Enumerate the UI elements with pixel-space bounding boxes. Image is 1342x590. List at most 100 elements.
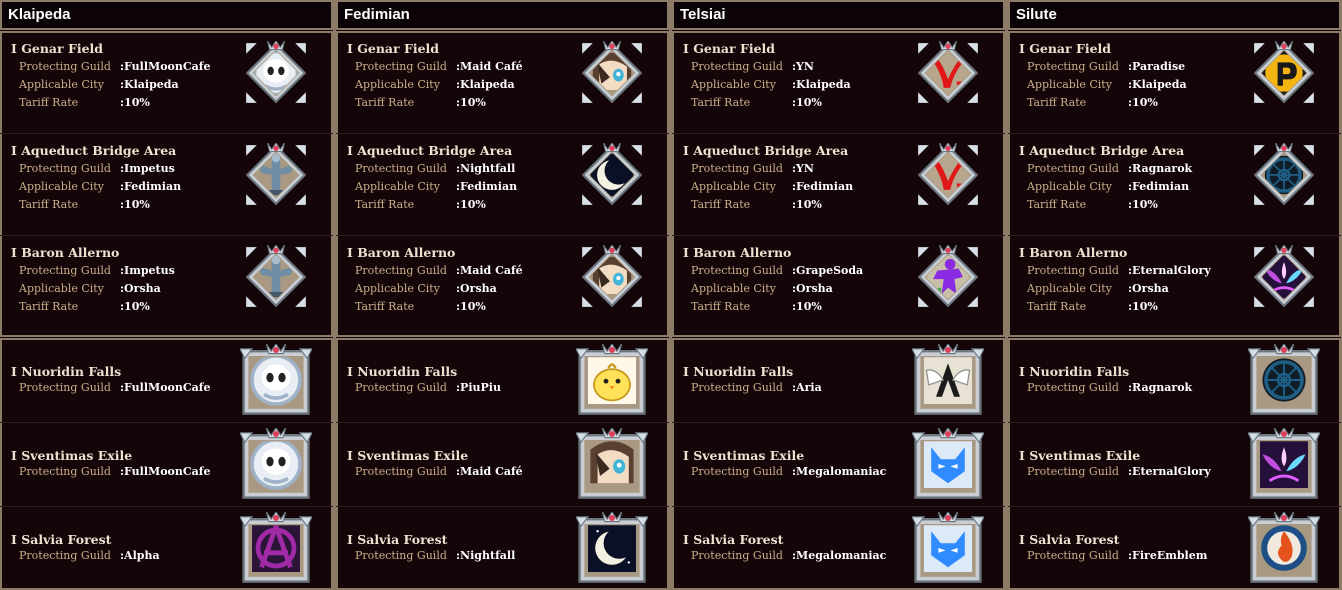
field-label: Protecting Guild — [19, 381, 111, 394]
protecting-guild-line: Protecting Guild:YN — [691, 162, 901, 178]
protecting-guild-line: Protecting Guild:Megalomaniac — [691, 465, 901, 481]
territory-section: I Genar Field Protecting Guild :Paradise Ap… — [1008, 31, 1341, 337]
zone-row[interactable]: I Sventimas Exile Protecting Guild:Megalo… — [672, 422, 1005, 507]
tariff-rate-line: Tariff Rate:10% — [691, 96, 901, 112]
zone-row[interactable]: I Salvia Forest Protecting Guild:FireEmbl… — [1008, 506, 1341, 590]
field-value: :10% — [456, 300, 486, 313]
field-value: :10% — [120, 300, 150, 313]
field-label: Applicable City — [691, 78, 776, 91]
zone-row[interactable]: I Sventimas Exile Protecting Guild:Eterna… — [1008, 422, 1341, 507]
field-value: :PiuPiu — [456, 381, 501, 394]
field-label: Tariff Rate — [1027, 96, 1087, 109]
city-title: Fedimian — [344, 6, 410, 23]
zone-row[interactable]: I Sventimas Exile Protecting Guild:FullMo… — [0, 422, 333, 507]
zone-name: I Nuoridin Falls — [1019, 364, 1130, 379]
rune-wheel-emblem — [1252, 143, 1316, 207]
field-label: Tariff Rate — [19, 198, 79, 211]
ghost-emblem — [244, 41, 308, 105]
field-value: :Orsha — [1128, 282, 1169, 295]
field-value: :Maid Café — [456, 264, 523, 277]
field-label: Applicable City — [19, 180, 104, 193]
field-value: :Impetus — [120, 162, 175, 175]
zone-row[interactable]: I Nuoridin Falls Protecting Guild:Aria — [672, 338, 1005, 423]
tariff-rate-line: Tariff Rate:10% — [1027, 96, 1237, 112]
zone-row[interactable]: I Nuoridin Falls Protecting Guild:FullMoo… — [0, 338, 333, 423]
field-label: Applicable City — [691, 180, 776, 193]
field-label: Protecting Guild — [19, 264, 111, 277]
zone-name: I Salvia Forest — [347, 532, 448, 547]
field-value: :GrapeSoda — [792, 264, 864, 277]
field-label: Protecting Guild — [19, 162, 111, 175]
field-value: :Maid Café — [456, 465, 523, 478]
field-label: Tariff Rate — [691, 198, 751, 211]
field-label: Protecting Guild — [355, 465, 447, 478]
zone-row[interactable]: I Nuoridin Falls Protecting Guild:Ragnaro… — [1008, 338, 1341, 423]
field-value: :Klaipeda — [792, 78, 851, 91]
tariff-rate-line: Tariff Rate:10% — [355, 96, 565, 112]
field-label: Applicable City — [355, 78, 440, 91]
protecting-guild-line: Protecting Guild:FullMoonCafe — [19, 465, 229, 481]
field-value: :YN — [792, 60, 814, 73]
field-value: :Orsha — [456, 282, 497, 295]
territory-row[interactable]: I Aqueduct Bridge Area Protecting Guild:Y… — [672, 133, 1005, 236]
city-column: Fedimian I Genar Field Protecting Guild:Ma… — [336, 0, 669, 590]
territory-row[interactable]: I Genar Field Protecting Guild:Paradise Ap… — [1008, 31, 1341, 134]
field-value: :Ragnarok — [1128, 381, 1193, 394]
tariff-rate-line: Tariff Rate:10% — [691, 198, 901, 214]
field-label: Protecting Guild — [355, 381, 447, 394]
anime-girl-emblem — [580, 245, 644, 309]
territory-row[interactable]: I Genar Field Protecting Guild:FullMoonCa… — [0, 31, 333, 134]
territory-name: I Genar Field — [1019, 41, 1112, 56]
zone-row[interactable]: I Sventimas Exile Protecting Guild :Maid C… — [336, 422, 669, 507]
field-value: :Klaipeda — [1128, 78, 1187, 91]
territory-row[interactable]: I Genar Field Protecting Guild:YN Applicab… — [672, 31, 1005, 134]
zone-row[interactable]: I Salvia Forest Protecting Guild:Megaloma… — [672, 506, 1005, 590]
protecting-guild-line: Protecting Guild:Impetus — [19, 264, 229, 280]
field-value: :EternalGlory — [1128, 264, 1211, 277]
territory-name: I Baron Allerno — [11, 245, 120, 260]
zone-section: I Nuoridin Falls Protecting Guild :Ragnaro… — [1008, 338, 1341, 590]
territory-row[interactable]: I Aqueduct Bridge Area Protecting Guild:I… — [0, 133, 333, 236]
field-label: Protecting Guild — [355, 264, 447, 277]
field-value: :Megalomaniac — [792, 465, 887, 478]
field-label: Applicable City — [691, 282, 776, 295]
purple-figure-emblem — [916, 245, 980, 309]
field-value: :Orsha — [792, 282, 833, 295]
field-value: :Alpha — [120, 549, 160, 562]
applicable-city-line: Applicable City:Orsha — [19, 282, 229, 298]
territory-name: I Genar Field — [683, 41, 776, 56]
field-label: Protecting Guild — [1027, 60, 1119, 73]
applicable-city-line: Applicable City:Fedimian — [19, 180, 229, 196]
territory-row[interactable]: I Baron Allerno Protecting Guild:Maid Caf… — [336, 235, 669, 337]
protecting-guild-line: Protecting Guild:FullMoonCafe — [19, 60, 229, 76]
zone-row[interactable]: I Nuoridin Falls Protecting Guild:PiuPiu — [336, 338, 669, 423]
field-label: Protecting Guild — [691, 162, 783, 175]
field-label: Tariff Rate — [19, 300, 79, 313]
city-title: Telsiai — [680, 6, 726, 23]
protecting-guild-line: Protecting Guild:EternalGlory — [1027, 465, 1237, 481]
zone-name: I Nuoridin Falls — [11, 364, 122, 379]
field-label: Applicable City — [1027, 180, 1112, 193]
field-value: :Paradise — [1128, 60, 1186, 73]
zone-row[interactable]: I Salvia Forest Protecting Guild:Nightfal… — [336, 506, 669, 590]
territory-section: I Genar Field Protecting Guild:FullMoonCa… — [0, 31, 333, 337]
protecting-guild-line: Protecting Guild:YN — [691, 60, 901, 76]
zone-name: I Salvia Forest — [683, 532, 784, 547]
field-label: Protecting Guild — [1027, 549, 1119, 562]
zone-name: I Sventimas Exile — [11, 448, 133, 463]
territory-row[interactable]: I Baron Allerno Protecting Guild:GrapeSod… — [672, 235, 1005, 337]
protecting-guild-line: Protecting Guild :Maid Café — [355, 264, 565, 280]
territory-name: I Genar Field — [347, 41, 440, 56]
statue-emblem — [244, 143, 308, 207]
zone-row[interactable]: I Salvia Forest Protecting Guild:Alpha — [0, 506, 333, 590]
territory-row[interactable]: I Baron Allerno Protecting Guild:Impetus A… — [0, 235, 333, 337]
territory-row[interactable]: I Genar Field Protecting Guild:Maid Café A… — [336, 31, 669, 134]
zone-name: I Sventimas Exile — [347, 448, 469, 463]
territory-row[interactable]: I Aqueduct Bridge Area Protecting Guild:N… — [336, 133, 669, 236]
territory-row[interactable]: I Baron Allerno Protecting Guild:EternalG… — [1008, 235, 1341, 337]
protecting-guild-line: Protecting Guild:Megalomaniac — [691, 549, 901, 565]
yn-logo-emblem — [916, 41, 980, 105]
p-logo-emblem — [1252, 41, 1316, 105]
territory-row[interactable]: I Aqueduct Bridge Area Protecting Guild:R… — [1008, 133, 1341, 236]
protecting-guild-line: Protecting Guild:FireEmblem — [1027, 549, 1237, 565]
